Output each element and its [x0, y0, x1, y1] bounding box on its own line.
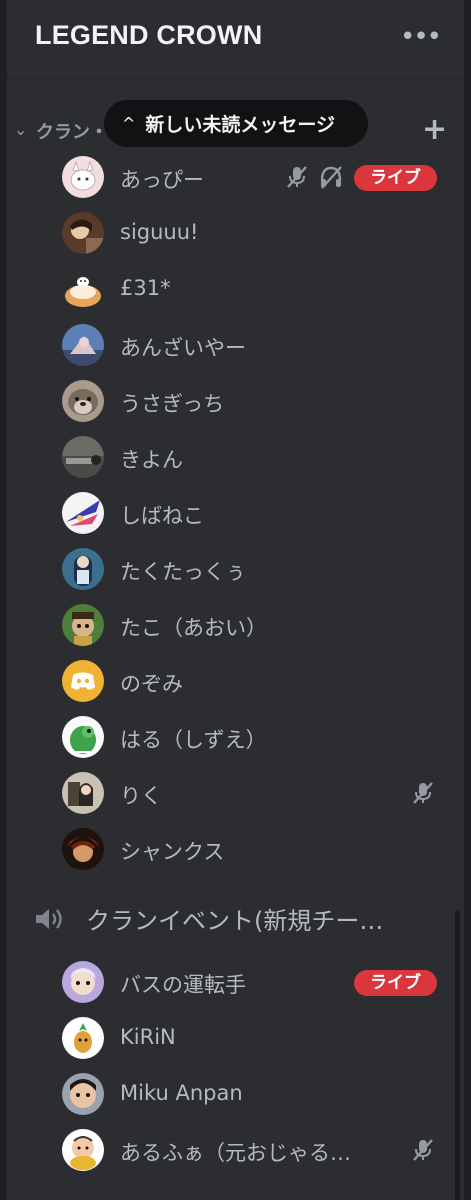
avatar	[62, 1073, 104, 1115]
avatar	[62, 772, 104, 814]
voice-member[interactable]: KiRiN	[0, 1017, 471, 1063]
member-name: KiRiN	[120, 1025, 176, 1049]
live-badge: ライブ	[354, 165, 437, 191]
avatar	[62, 716, 104, 758]
voice-member[interactable]: たくたっくぅ	[0, 548, 471, 594]
voice-member[interactable]: あっぴー ライブ	[0, 156, 471, 202]
voice-channel[interactable]: クランイベント(新規チー…	[0, 897, 471, 941]
mic-muted-icon	[413, 782, 433, 804]
voice-member[interactable]: きよん	[0, 436, 471, 482]
scrollbar[interactable]	[455, 910, 460, 1200]
member-name: シャンクス	[120, 840, 225, 864]
voice-member[interactable]: バスの運転手 ライブ	[0, 961, 471, 1007]
voice-member[interactable]: のぞみ	[0, 660, 471, 706]
avatar	[62, 156, 104, 198]
member-name: はる（しずえ）	[120, 728, 267, 752]
mic-muted-icon	[413, 1139, 433, 1161]
member-name: うさぎっち	[120, 392, 225, 416]
voice-member[interactable]: £31*	[0, 268, 471, 314]
avatar	[62, 212, 104, 254]
member-name: あるふぁ（元おじゃる…	[120, 1141, 351, 1165]
avatar	[62, 1017, 104, 1059]
avatar	[62, 1129, 104, 1171]
member-name: siguuu!	[120, 220, 199, 244]
member-name: のぞみ	[120, 672, 183, 696]
chevron-up-icon: ^	[122, 114, 136, 133]
voice-member[interactable]: siguuu!	[0, 212, 471, 258]
avatar	[62, 268, 104, 310]
member-name: たこ（あおい）	[120, 616, 267, 640]
header-divider	[7, 78, 464, 79]
avatar	[62, 436, 104, 478]
avatar	[62, 961, 104, 1003]
voice-member[interactable]: りく	[0, 772, 471, 818]
unread-banner-label: 新しい未読メッセージ	[145, 114, 336, 136]
avatar	[62, 548, 104, 590]
voice-member[interactable]: あんざいやー	[0, 324, 471, 370]
voice-member[interactable]: たこ（あおい）	[0, 604, 471, 650]
member-name: あっぴー	[120, 168, 204, 192]
speaker-icon	[36, 909, 62, 929]
voice-member[interactable]: Miku Anpan	[0, 1073, 471, 1119]
more-options-icon[interactable]: •••	[400, 22, 442, 52]
avatar	[62, 604, 104, 646]
member-name: りく	[120, 784, 162, 808]
member-name: バスの運転手	[120, 973, 246, 997]
headphones-deafened-icon	[320, 166, 342, 189]
avatar	[62, 324, 104, 366]
avatar	[62, 828, 104, 870]
server-name[interactable]: LEGEND CROWN	[35, 20, 262, 51]
category-label[interactable]: クラン・	[36, 118, 108, 144]
member-name: £31*	[120, 276, 171, 300]
member-name: あんざいやー	[120, 336, 246, 360]
voice-member[interactable]: あるふぁ（元おじゃる…	[0, 1129, 471, 1175]
avatar	[62, 660, 104, 702]
mic-muted-icon	[287, 166, 307, 188]
member-name: たくたっくぅ	[120, 560, 246, 584]
voice-channel-name: クランイベント(新規チー…	[86, 907, 384, 935]
live-badge: ライブ	[354, 970, 437, 996]
member-name: きよん	[120, 448, 183, 472]
voice-member[interactable]: しばねこ	[0, 492, 471, 538]
new-unread-messages-button[interactable]: ^ 新しい未読メッセージ	[104, 100, 368, 147]
add-channel-icon[interactable]: +	[422, 112, 447, 147]
member-name: Miku Anpan	[120, 1081, 243, 1105]
category-chevron-icon[interactable]: ⌄	[14, 120, 27, 139]
avatar	[62, 380, 104, 422]
voice-member[interactable]: シャンクス	[0, 828, 471, 874]
member-name: しばねこ	[120, 504, 204, 528]
voice-member[interactable]: はる（しずえ）	[0, 716, 471, 762]
voice-member[interactable]: うさぎっち	[0, 380, 471, 426]
avatar	[62, 492, 104, 534]
